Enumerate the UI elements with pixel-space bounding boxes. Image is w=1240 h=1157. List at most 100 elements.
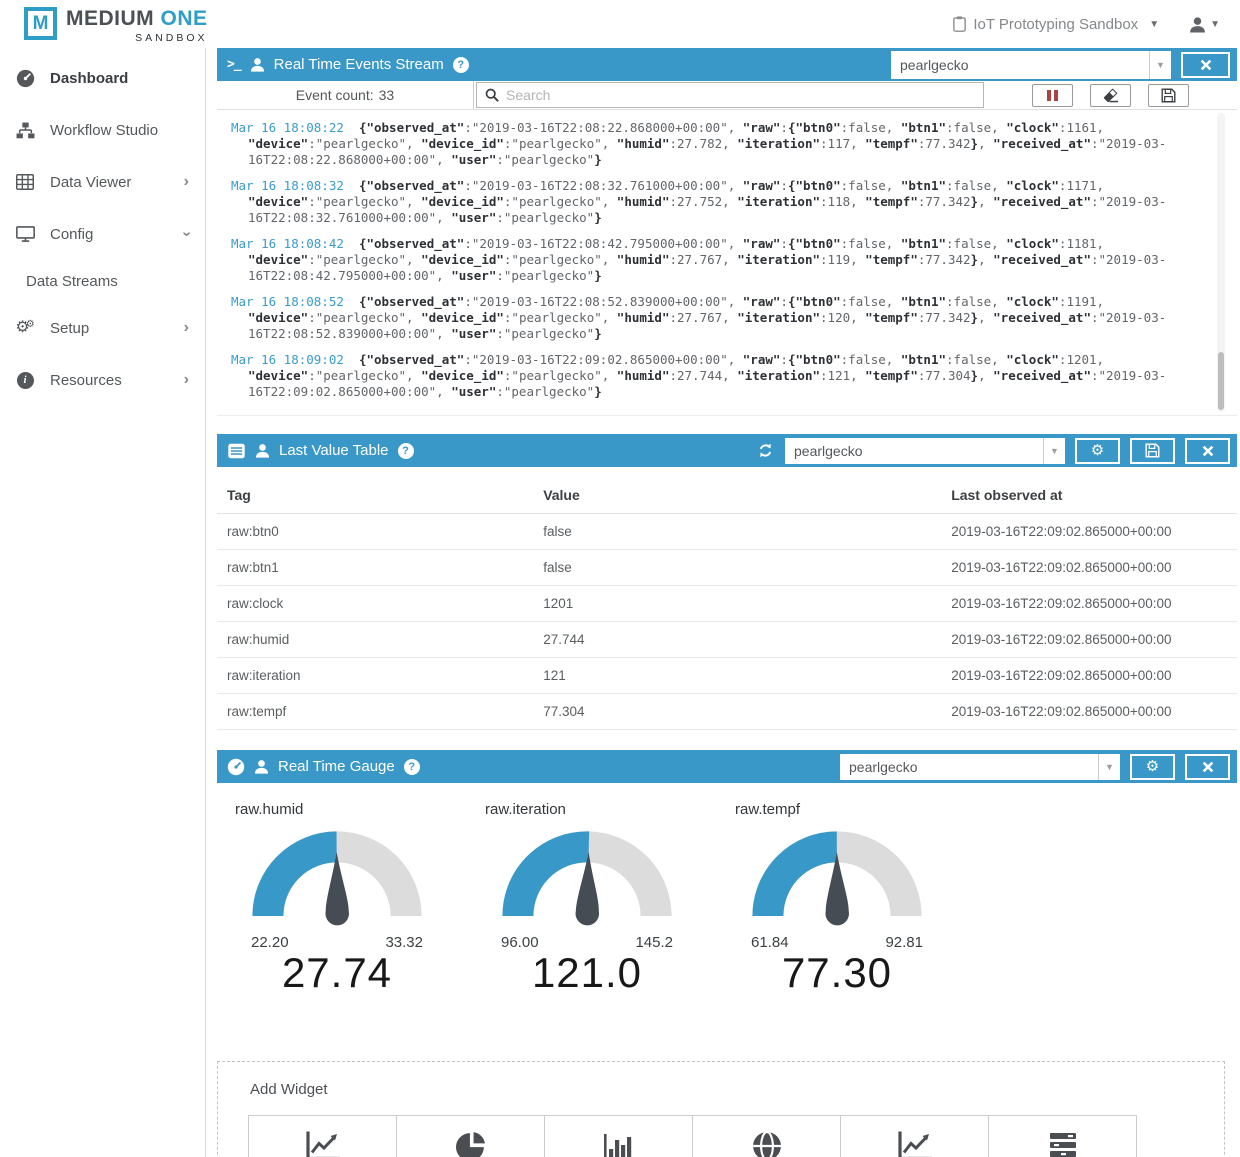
brand-name-medium: MEDIUM (66, 7, 161, 30)
device-select[interactable]: pearlgecko ▼ (785, 438, 1065, 464)
search-icon (485, 88, 499, 102)
user-menu[interactable]: ▼ (1189, 16, 1220, 33)
logo-m-icon: M (24, 7, 57, 40)
last-observed-cell: 2019-03-16T22:09:02.865000+00:00 (941, 586, 1237, 622)
add-widget-buttons: Grouped Users Grouped Users Grouped User… (248, 1115, 1224, 1157)
widget-title: Real Time Gauge (278, 758, 395, 775)
log-entry: Mar 16 18:08:42 {"observed_at":"2019-03-… (231, 236, 1203, 284)
settings-button[interactable]: ⚙ (1130, 754, 1175, 780)
stacked-list-icon (1047, 1131, 1079, 1157)
sidebar-item-dashboard[interactable]: Dashboard (0, 52, 205, 104)
user-icon (1189, 16, 1206, 33)
tag-cell: raw:btn1 (217, 550, 533, 586)
log-scrollbar[interactable] (1217, 113, 1225, 412)
close-widget-button[interactable] (1185, 754, 1230, 780)
help-icon[interactable]: ? (398, 443, 414, 459)
value-cell: 121 (533, 658, 941, 694)
gauges-row: raw.humid 22.20 33.32 27.74 raw.iteratio… (217, 783, 1237, 997)
brand-name: MEDIUM ONE (66, 7, 208, 31)
widget-title: Last Value Table (279, 442, 389, 459)
gauge-chart (493, 822, 681, 931)
value-cell: false (533, 550, 941, 586)
table-row: raw:btn0false2019-03-16T22:09:02.865000+… (217, 514, 1237, 550)
gauge-needle (325, 852, 349, 925)
person-icon (250, 57, 265, 72)
sidebar: Dashboard Workflow Studio Data Viewer › … (0, 48, 206, 1157)
add-grouped-map-button[interactable]: Grouped Users (692, 1115, 841, 1157)
gauge-range: 96.00 145.2 (493, 931, 681, 951)
gauge-titlebar: Real Time Gauge ? pearlgecko ▼ ⚙ (217, 750, 1237, 783)
chevron-down-icon: › (177, 231, 195, 236)
help-icon[interactable]: ? (453, 57, 469, 73)
gauge-raw-tempf: raw.tempf 61.84 92.81 77.30 (733, 787, 983, 997)
add-single-line-chart-button[interactable]: Single User (840, 1115, 989, 1157)
table-row: raw:iteration1212019-03-16T22:09:02.8650… (217, 658, 1237, 694)
save-widget-button[interactable] (1130, 438, 1175, 464)
sidebar-item-label: Workflow Studio (50, 122, 158, 139)
add-grouped-bar-chart-button[interactable]: Grouped Users (544, 1115, 693, 1157)
last-observed-cell: 2019-03-16T22:09:02.865000+00:00 (941, 658, 1237, 694)
select-caret-icon: ▼ (1098, 754, 1120, 780)
help-icon[interactable]: ? (404, 759, 420, 775)
gauge-chart (743, 822, 931, 931)
save-icon (1161, 88, 1176, 103)
person-icon (255, 443, 270, 458)
chevron-right-icon: › (184, 319, 189, 337)
last-value-titlebar: Last Value Table ? pearlgecko ▼ ⚙ (217, 434, 1237, 467)
gear-icon: ⚙ (1146, 759, 1159, 774)
refresh-button[interactable] (758, 443, 773, 458)
value-cell: 27.744 (533, 622, 941, 658)
last-observed-cell: 2019-03-16T22:09:02.865000+00:00 (941, 694, 1237, 730)
main-content: >_ Real Time Events Stream ? pearlgecko … (217, 48, 1237, 1157)
clear-button[interactable] (1090, 84, 1131, 107)
pause-button[interactable] (1032, 84, 1073, 107)
user-caret-icon: ▼ (1210, 19, 1220, 30)
last-value-table-widget: Last Value Table ? pearlgecko ▼ ⚙ (217, 434, 1237, 730)
save-button[interactable] (1148, 84, 1189, 107)
add-grouped-pie-chart-button[interactable]: Grouped Users (396, 1115, 545, 1157)
gauge-range: 61.84 92.81 (743, 931, 931, 951)
close-widget-button[interactable] (1181, 52, 1230, 78)
column-header-value: Value (533, 479, 941, 514)
add-grouped-line-chart-button[interactable]: Grouped Users (248, 1115, 397, 1157)
close-widget-button[interactable] (1185, 438, 1230, 464)
list-icon (227, 443, 246, 459)
device-select-value: pearlgecko (785, 438, 1043, 464)
device-select[interactable]: pearlgecko ▼ (891, 51, 1171, 79)
add-widget-title: Add Widget (250, 1081, 1224, 1098)
desktop-icon (12, 226, 38, 242)
close-icon (1202, 761, 1214, 773)
column-header-last-observed: Last observed at (941, 479, 1237, 514)
add-single-last-value-button[interactable]: Single User (988, 1115, 1137, 1157)
device-select[interactable]: pearlgecko ▼ (840, 754, 1120, 780)
search-input[interactable] (506, 87, 975, 103)
event-count-label: Event count: (296, 87, 374, 103)
sidebar-item-resources[interactable]: i Resources › (0, 354, 205, 406)
topbar-right: IoT Prototyping Sandbox ▼ ▼ (953, 0, 1220, 48)
close-icon (1200, 59, 1212, 71)
gear-icon: ⚙ (1091, 443, 1104, 458)
event-count: Event count: 33 (217, 81, 474, 109)
log-entry: Mar 16 18:08:32 {"observed_at":"2019-03-… (231, 178, 1203, 226)
table-row: raw:humid27.7442019-03-16T22:09:02.86500… (217, 622, 1237, 658)
topbar: M MEDIUM ONE SANDBOX IoT Prototyping San… (0, 0, 1240, 48)
sidebar-item-workflow-studio[interactable]: Workflow Studio (0, 104, 205, 156)
gauge-range: 22.20 33.32 (243, 931, 431, 951)
workspace-selector[interactable]: IoT Prototyping Sandbox ▼ (953, 16, 1159, 33)
settings-button[interactable]: ⚙ (1075, 438, 1120, 464)
real-time-gauge-widget: Real Time Gauge ? pearlgecko ▼ ⚙ raw.hum… (217, 750, 1237, 997)
sidebar-item-data-viewer[interactable]: Data Viewer › (0, 156, 205, 208)
brand-sub: SANDBOX (66, 32, 208, 44)
terminal-icon: >_ (227, 57, 241, 72)
sidebar-item-data-streams[interactable]: Data Streams (0, 260, 205, 302)
line-chart-icon (898, 1131, 932, 1157)
sidebar-item-setup[interactable]: ⚙⚙ Setup › (0, 302, 205, 354)
eraser-icon (1102, 88, 1119, 103)
workspace-name: IoT Prototyping Sandbox (973, 16, 1138, 33)
log-scrollbar-thumb[interactable] (1218, 352, 1224, 410)
events-stream-widget: >_ Real Time Events Stream ? pearlgecko … (217, 48, 1237, 416)
tag-cell: raw:tempf (217, 694, 533, 730)
select-caret-icon: ▼ (1149, 51, 1171, 79)
sidebar-item-config[interactable]: Config › (0, 208, 205, 260)
dashboard-icon (12, 69, 38, 88)
